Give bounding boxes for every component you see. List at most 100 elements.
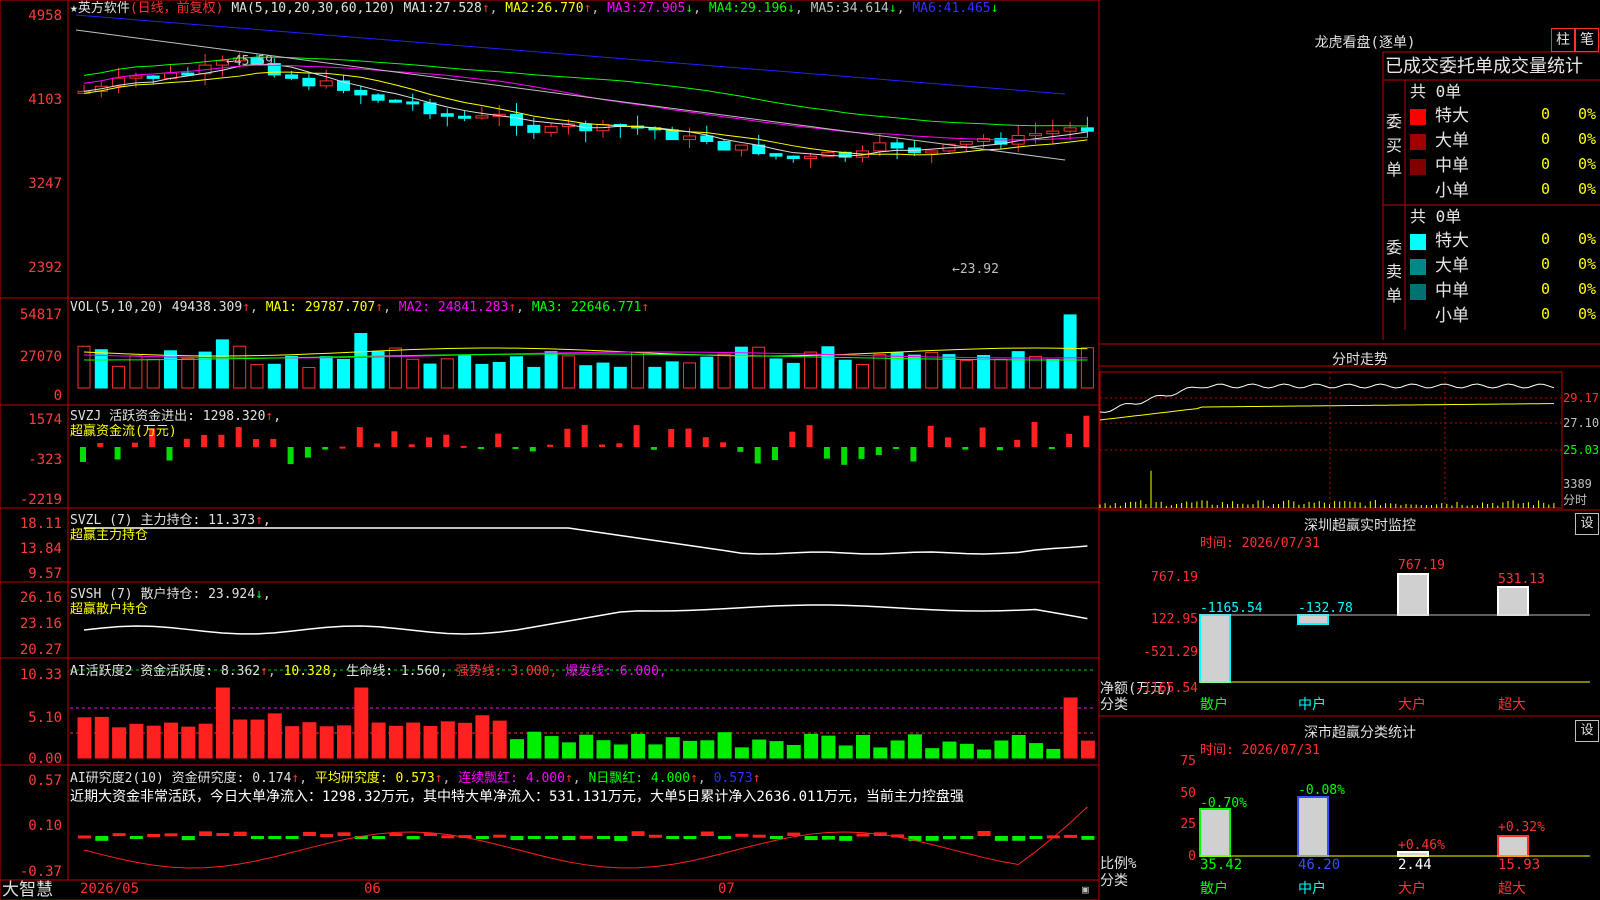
buy-row-count-1: 0 <box>1541 130 1551 148</box>
volume-bar <box>492 361 506 389</box>
vol-header: VOL(5,10,20) 49438.309↑, MA1: 29787.707↑… <box>70 300 650 315</box>
monitor-title: 深圳超赢实时监控 <box>1304 518 1416 534</box>
intraday-frame <box>1099 371 1563 509</box>
volume-bar <box>977 355 991 389</box>
buy-row-pct-3: 0% <box>1578 180 1597 198</box>
candle <box>544 125 558 133</box>
column-view-button[interactable]: 柱 <box>1551 28 1575 52</box>
activity-bar <box>561 742 576 759</box>
volume-bar <box>406 358 420 389</box>
volume-bar <box>804 351 818 389</box>
kline-mode[interactable]: (日线，前复权) <box>130 1 224 16</box>
flow-bar <box>495 433 502 447</box>
research-bar <box>285 836 299 839</box>
activity-bar <box>752 739 767 759</box>
monitor-settings-button[interactable]: 设 <box>1575 513 1599 535</box>
svzj-sub: 超赢资金流(万元) <box>70 424 177 439</box>
activity-bar <box>164 722 178 759</box>
volume-bar <box>337 358 350 389</box>
research-bar <box>112 833 126 837</box>
research-bar <box>510 836 524 841</box>
tick-view-button[interactable]: 笔 <box>1575 28 1599 52</box>
volume-bar <box>838 359 852 389</box>
research-bar <box>770 836 783 839</box>
candle <box>146 75 160 79</box>
flow-bar <box>235 427 242 447</box>
research-bar <box>527 836 541 839</box>
flow-bar <box>1031 421 1038 447</box>
vol-axis-1: 54817 <box>19 307 62 323</box>
volume-bar <box>631 351 645 389</box>
flow-bar <box>547 444 554 447</box>
flow-bar <box>304 447 311 458</box>
sell-row-swatch-1 <box>1410 259 1426 275</box>
research-bar <box>787 832 801 836</box>
research-bar <box>1012 836 1026 841</box>
flow-bar <box>201 434 208 447</box>
monitor-value-0: -1165.54 <box>1200 601 1263 616</box>
flow-bar <box>374 443 381 447</box>
favorite-star-icon[interactable]: ★ <box>70 1 78 16</box>
flow-bar <box>564 428 571 447</box>
flow-bar <box>512 447 519 449</box>
research-bar <box>406 836 420 840</box>
chart-canvas[interactable] <box>0 0 1600 900</box>
brand-logo: 大智慧 <box>2 880 53 900</box>
classify-pct-2: 2.44 <box>1398 857 1432 873</box>
candle <box>458 115 472 119</box>
activity-bar <box>302 722 317 759</box>
activity-bar <box>129 723 144 759</box>
activity-bar <box>648 744 663 759</box>
activity-bar <box>267 713 282 759</box>
volume-bar <box>475 363 489 389</box>
classify-bar <box>1297 796 1329 857</box>
research-bar <box>631 831 645 836</box>
volume-bar <box>994 358 1008 389</box>
activity-bar <box>181 726 196 759</box>
volume-bar <box>717 353 731 389</box>
research-bar <box>994 836 1008 841</box>
activity-bar <box>838 745 853 759</box>
research-bar <box>78 835 91 839</box>
classify-change-0: -0.70% <box>1200 796 1247 811</box>
volume-bar <box>1080 347 1094 389</box>
volume-bar <box>873 353 887 389</box>
research-bar <box>579 835 593 839</box>
research-bar <box>545 836 559 839</box>
activity-bar <box>112 727 127 759</box>
sell-row-count-2: 0 <box>1541 280 1551 298</box>
activity-bar <box>388 725 403 759</box>
activity-bar <box>786 745 801 759</box>
flow-bar <box>875 447 882 456</box>
activity-bar <box>250 719 265 759</box>
ma-line <box>83 71 1088 156</box>
activity-bar <box>1029 743 1043 759</box>
candle <box>786 155 800 160</box>
classify-axis-1: 50 <box>1180 786 1196 801</box>
volume-bar <box>527 366 541 389</box>
flow-bar <box>183 438 190 447</box>
ai-research-header: AI研究度2(10) 资金研究度: 0.174↑, 平均研究度: 0.573↑,… <box>70 771 761 786</box>
research-bar <box>95 836 109 841</box>
svzl-sub: 超赢主力持仓 <box>70 528 149 543</box>
research-bar <box>181 836 195 841</box>
classify-settings-button[interactable]: 设 <box>1575 720 1599 742</box>
volume-bar <box>856 363 869 389</box>
volume-bar <box>510 356 523 389</box>
activity-bar <box>406 722 421 759</box>
research-bar <box>389 833 403 837</box>
sell-row-swatch-3 <box>1410 309 1426 325</box>
lock-icon[interactable]: ▣ <box>1082 882 1089 897</box>
activity-bar <box>319 726 334 759</box>
research-bar <box>597 836 610 839</box>
activity-bar <box>337 725 351 759</box>
sell-row-name-1: 大单 <box>1435 256 1469 276</box>
classify-time: 时间: 2026/07/31 <box>1200 743 1320 758</box>
flow-bar <box>131 442 138 447</box>
activity-bar <box>233 719 248 759</box>
research-bar <box>666 836 680 839</box>
ai2-axis-1: 0.57 <box>28 773 62 789</box>
research-bar <box>700 831 714 836</box>
candle <box>1080 127 1094 132</box>
activity-bar <box>821 735 836 759</box>
